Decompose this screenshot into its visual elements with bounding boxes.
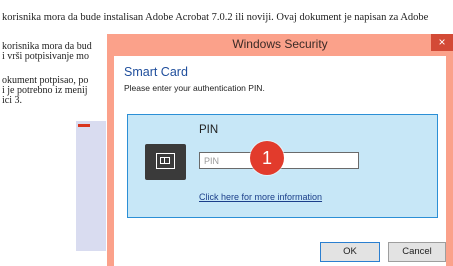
card-reader-glyph xyxy=(156,153,175,169)
document-red-marker xyxy=(78,124,90,127)
document-side-panel xyxy=(76,121,106,251)
smart-card-panel[interactable]: PIN 1 Click here for more information xyxy=(127,114,438,218)
document-text-line: i vrši potpisivanje mo xyxy=(2,51,89,62)
dialog-client-area: Smart Card Please enter your authenticat… xyxy=(114,56,446,266)
more-information-link[interactable]: Click here for more information xyxy=(199,192,322,202)
dialog-title: Windows Security xyxy=(232,37,328,51)
document-text-line: ici 3. xyxy=(2,95,22,106)
dialog-instructions: Please enter your authentication PIN. xyxy=(124,83,265,93)
close-icon[interactable]: × xyxy=(431,34,453,51)
dialog-titlebar[interactable]: Windows Security × xyxy=(107,34,453,55)
document-text-line: korisnika mora da bude instalisan Adobe … xyxy=(2,12,429,23)
cancel-button[interactable]: Cancel xyxy=(388,242,446,262)
dialog-heading: Smart Card xyxy=(124,65,188,79)
pin-label: PIN xyxy=(199,124,219,136)
ok-button[interactable]: OK xyxy=(320,242,380,262)
windows-security-dialog: Windows Security × Smart Card Please ent… xyxy=(107,34,453,266)
step-number-badge: 1 xyxy=(250,141,284,175)
smart-card-icon xyxy=(145,144,186,180)
